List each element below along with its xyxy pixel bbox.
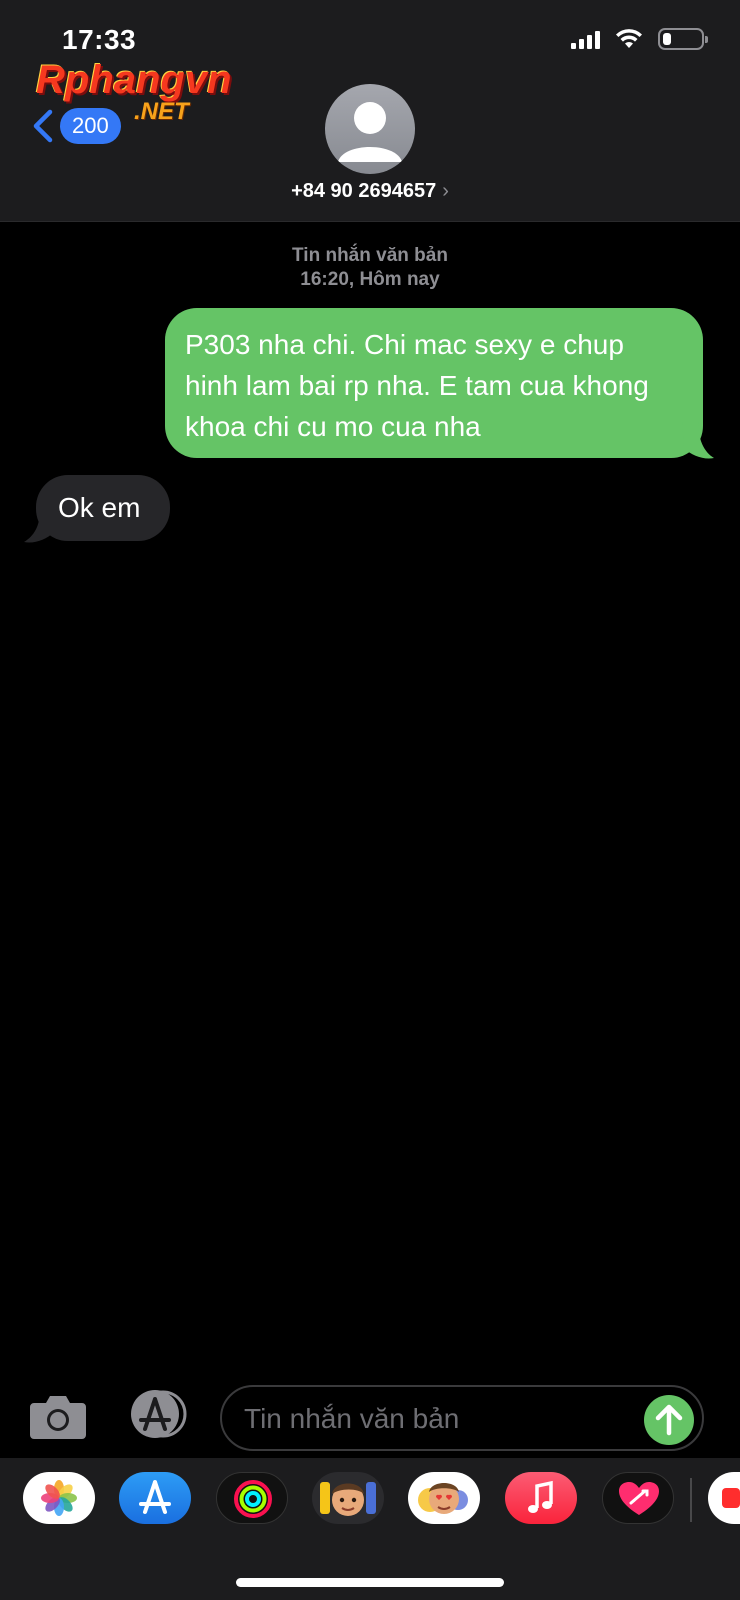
message-input-wrapper bbox=[220, 1385, 704, 1451]
unread-count-badge: 200 bbox=[60, 108, 121, 144]
back-button[interactable]: 200 bbox=[30, 108, 121, 144]
digital-touch-icon[interactable] bbox=[602, 1472, 674, 1524]
bubble-tail bbox=[682, 420, 714, 459]
partial-app-icon[interactable] bbox=[708, 1472, 740, 1524]
home-indicator[interactable] bbox=[236, 1578, 504, 1587]
wifi-icon bbox=[616, 29, 642, 48]
conversation-header: 17:33 Rphangvn .NET 200 +84 90 2694657 › bbox=[0, 0, 740, 222]
app-store-drawer-icon[interactable] bbox=[125, 1389, 191, 1439]
bubble-tail bbox=[24, 510, 54, 543]
music-app-icon[interactable] bbox=[505, 1472, 577, 1524]
message-composer bbox=[0, 1375, 740, 1455]
status-icons bbox=[571, 28, 708, 50]
watermark-suffix: .NET bbox=[134, 98, 189, 125]
outgoing-message-bubble[interactable]: P303 nha chi. Chi mac sexy e chup hinh l… bbox=[165, 308, 703, 458]
chevron-right-icon: › bbox=[442, 180, 449, 202]
contact-avatar[interactable] bbox=[325, 84, 415, 174]
incoming-message-bubble[interactable]: Ok em bbox=[36, 475, 170, 541]
activity-app-icon[interactable] bbox=[216, 1472, 288, 1524]
contact-number: +84 90 2694657 bbox=[291, 180, 437, 202]
message-type-label: Tin nhắn văn bản bbox=[292, 245, 448, 266]
contact-name-button[interactable]: +84 90 2694657 › bbox=[0, 180, 740, 203]
animoji-icon[interactable] bbox=[408, 1472, 480, 1524]
person-icon bbox=[338, 102, 402, 162]
chevron-left-icon bbox=[33, 109, 53, 143]
camera-icon[interactable] bbox=[28, 1393, 88, 1441]
cellular-signal-icon bbox=[571, 29, 600, 49]
message-time-label: 16:20, Hôm nay bbox=[300, 269, 440, 290]
send-button[interactable] bbox=[644, 1395, 694, 1445]
memoji-stickers-icon[interactable] bbox=[312, 1472, 384, 1524]
app-store-icon[interactable] bbox=[119, 1472, 191, 1524]
battery-icon bbox=[658, 28, 708, 50]
status-time: 17:33 bbox=[62, 24, 137, 55]
thread-timestamp: Tin nhắn văn bản 16:20, Hôm nay bbox=[0, 244, 740, 292]
imessage-app-drawer bbox=[0, 1458, 740, 1600]
watermark-main: Rphangvn bbox=[36, 58, 232, 102]
message-input[interactable] bbox=[244, 1395, 614, 1443]
photos-app-icon[interactable] bbox=[23, 1472, 95, 1524]
drawer-divider bbox=[690, 1478, 692, 1522]
arrow-up-icon bbox=[655, 1404, 683, 1436]
